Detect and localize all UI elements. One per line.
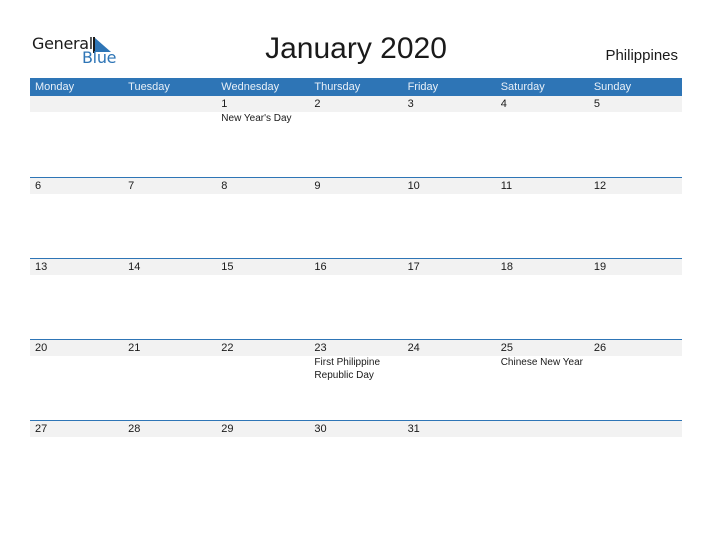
day-number: 22 — [221, 342, 234, 354]
day-number: 26 — [593, 342, 607, 354]
day-number: 23 — [314, 342, 327, 354]
country-label: Philippines — [605, 47, 678, 64]
day-number: 8 — [221, 180, 228, 192]
day-number: 31 — [407, 423, 420, 435]
day-number: 2 — [314, 98, 321, 110]
holiday-label — [30, 356, 123, 382]
weekday-friday: Friday — [407, 81, 439, 93]
day-number: 10 — [407, 180, 420, 192]
day-number — [123, 96, 216, 112]
holiday-label — [123, 112, 216, 125]
holiday-label — [123, 356, 216, 382]
weekday-monday: Monday — [35, 81, 75, 93]
day-number — [496, 421, 589, 437]
event-row: First Philippine Republic Day Chinese New… — [30, 356, 682, 382]
day-number: 24 — [407, 342, 420, 354]
week-row: 1 2 3 4 5 New Year's Day — [30, 96, 682, 177]
day-number: 19 — [593, 261, 607, 273]
week-row: 20 21 22 23 24 25 26 First Philippine Republic … — [30, 339, 682, 420]
week-row: 13 14 15 16 17 18 19 — [30, 258, 682, 339]
day-number-row: 20 21 22 23 24 25 26 — [30, 340, 682, 356]
weekday-wednesday: Wednesday — [221, 81, 280, 93]
holiday-label: First Philippine Republic Day — [314, 357, 381, 381]
day-number: 16 — [314, 261, 327, 273]
holiday-label — [403, 112, 496, 125]
event-row: New Year's Day — [30, 112, 682, 125]
day-number: 3 — [407, 98, 414, 110]
day-number: 27 — [35, 423, 48, 435]
weekday-sunday: Sunday — [593, 81, 632, 93]
holiday-label: Chinese New Year — [500, 357, 583, 368]
day-number: 13 — [35, 261, 48, 273]
day-number: 9 — [314, 180, 321, 192]
day-number-row: 27 28 29 30 31 — [30, 421, 682, 437]
day-number: 12 — [593, 180, 607, 192]
day-number: 1 — [221, 98, 228, 110]
weekday-tuesday: Tuesday — [128, 81, 170, 93]
day-number: 25 — [500, 342, 513, 354]
weekday-header: Monday Tuesday Wednesday Thursday Friday… — [30, 78, 682, 96]
day-number — [589, 421, 682, 437]
week-row: 6 7 8 9 10 11 12 — [30, 177, 682, 258]
holiday-label — [589, 112, 682, 125]
day-number: 30 — [314, 423, 327, 435]
day-number: 17 — [407, 261, 420, 273]
day-number-row: 6 7 8 9 10 11 12 — [30, 178, 682, 194]
holiday-label — [30, 112, 123, 125]
day-number: 20 — [35, 342, 48, 354]
holiday-label — [216, 356, 309, 382]
day-number: 6 — [35, 180, 42, 192]
day-number: 15 — [221, 261, 234, 273]
day-number: 14 — [128, 261, 141, 273]
day-number: 18 — [500, 261, 513, 273]
weekday-saturday: Saturday — [500, 81, 545, 93]
holiday-label — [309, 112, 402, 125]
holiday-label — [589, 356, 682, 382]
holiday-label — [496, 112, 589, 125]
day-number-row: 13 14 15 16 17 18 19 — [30, 259, 682, 275]
holiday-label — [403, 356, 496, 382]
day-number: 5 — [593, 98, 600, 110]
day-number: 29 — [221, 423, 234, 435]
day-number — [30, 96, 123, 112]
day-number: 28 — [128, 423, 141, 435]
calendar-grid: Monday Tuesday Wednesday Thursday Friday… — [30, 78, 682, 501]
weekday-thursday: Thursday — [314, 81, 361, 93]
day-number-row: 1 2 3 4 5 — [30, 96, 682, 112]
week-row: 27 28 29 30 31 — [30, 420, 682, 501]
holiday-label: New Year's Day — [221, 113, 292, 124]
day-number: 7 — [128, 180, 135, 192]
day-number: 4 — [500, 98, 507, 110]
day-number: 21 — [128, 342, 141, 354]
day-number: 11 — [500, 180, 513, 192]
